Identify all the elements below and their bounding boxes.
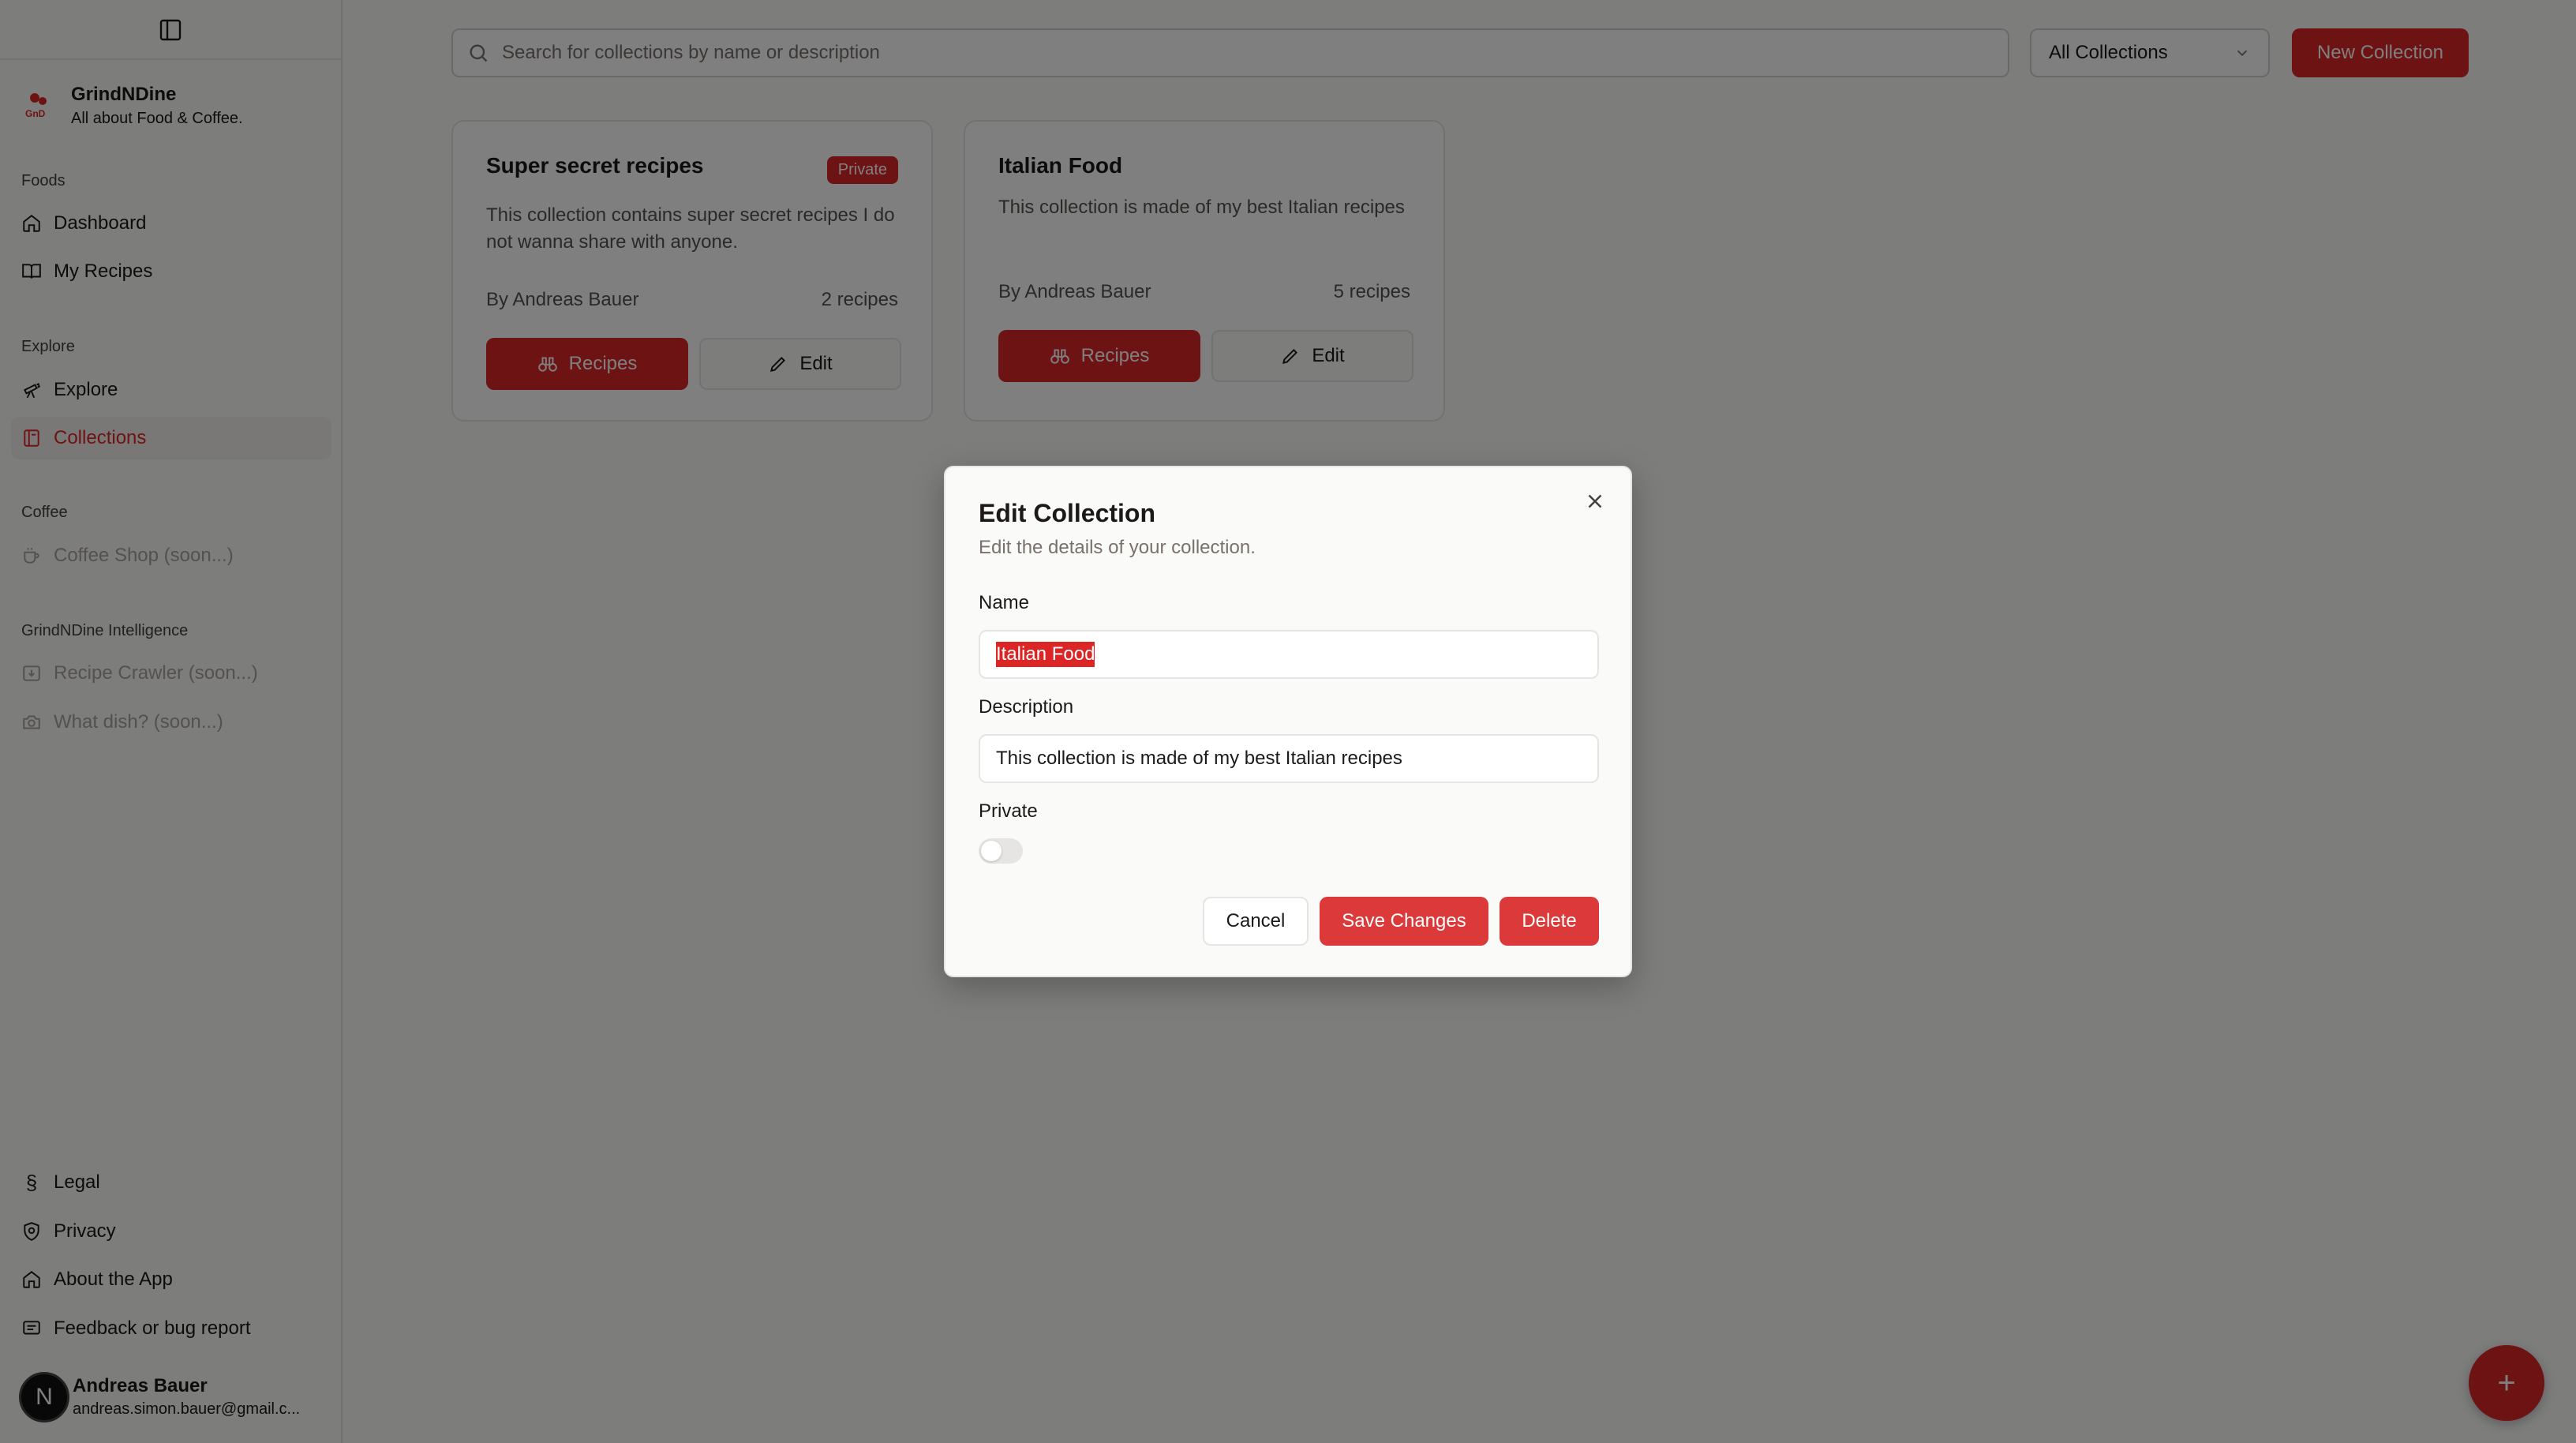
toggle-knob (981, 841, 1002, 861)
description-label: Description (979, 696, 1074, 718)
name-field-value: Italian Food (996, 642, 1095, 667)
edit-collection-dialog: Edit Collection Edit the details of your… (944, 466, 1632, 977)
private-label: Private (979, 800, 1038, 822)
dialog-title: Edit Collection (979, 499, 1155, 527)
description-field[interactable]: This collection is made of my best Itali… (979, 734, 1599, 783)
name-field[interactable]: Italian Food (979, 630, 1599, 679)
dialog-subtitle: Edit the details of your collection. (979, 537, 1256, 558)
private-toggle[interactable] (979, 838, 1023, 864)
save-changes-button[interactable]: Save Changes (1320, 897, 1488, 946)
name-label: Name (979, 592, 1030, 613)
description-field-value: This collection is made of my best Itali… (996, 748, 1402, 769)
delete-button[interactable]: Delete (1500, 897, 1599, 946)
close-icon[interactable] (1583, 489, 1607, 513)
cancel-button[interactable]: Cancel (1203, 897, 1309, 946)
